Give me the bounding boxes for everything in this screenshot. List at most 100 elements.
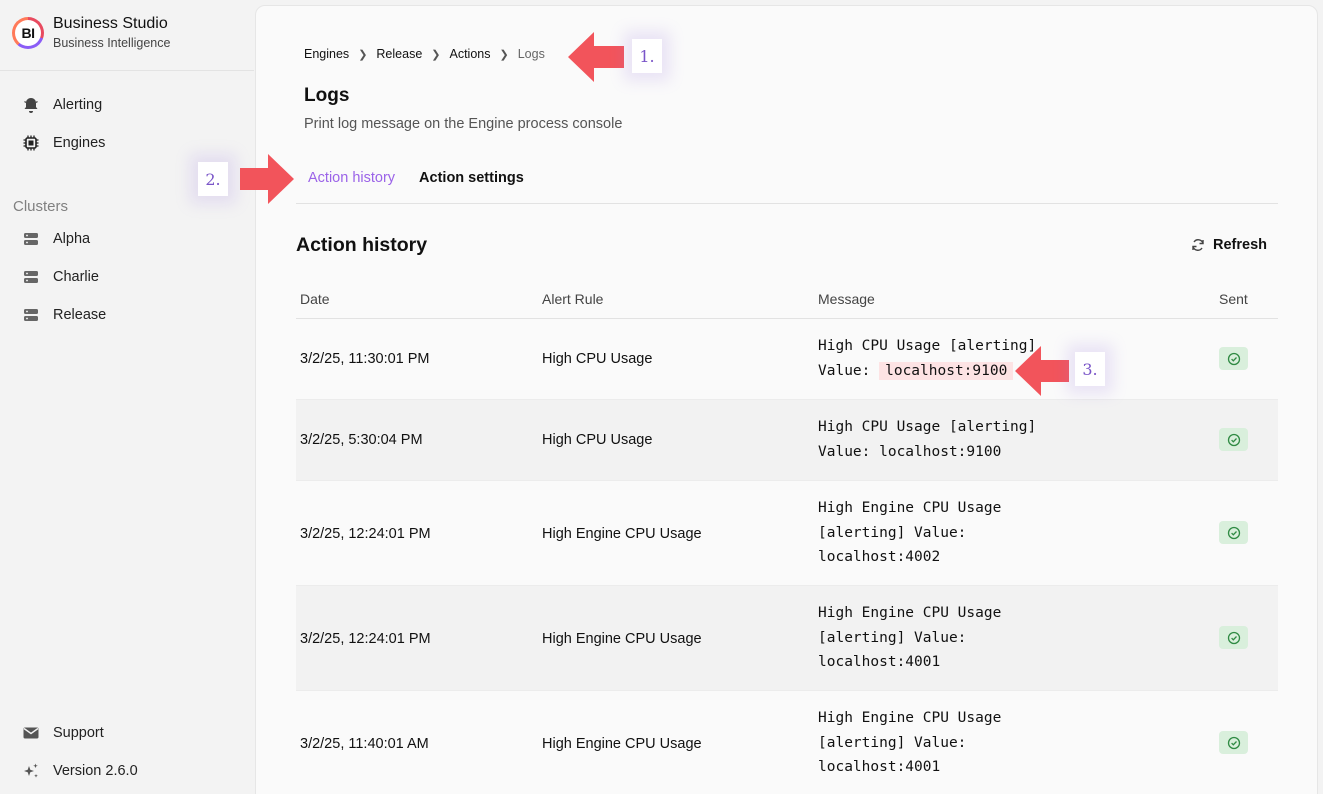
sidebar-item-label: Engines (53, 135, 106, 151)
message-line: localhost:4002 (818, 549, 941, 565)
chevron-right-icon: ❯ (499, 48, 509, 61)
row-alert-rule: High CPU Usage (542, 432, 653, 448)
message-value-prefix: Value: (818, 362, 880, 379)
sidebar-item-engines[interactable]: Engines (22, 134, 105, 152)
sidebar-item-label: Release (53, 307, 107, 323)
breadcrumb-engines[interactable]: Engines (304, 47, 349, 61)
mail-icon (22, 724, 40, 742)
table-row[interactable]: 3/2/25, 5:30:04 PM High CPU Usage High C… (296, 400, 1278, 481)
server-icon (22, 230, 40, 248)
brand-subtitle: Business Intelligence (53, 36, 171, 50)
column-date: Date (300, 291, 330, 307)
sidebar-item-label: Alpha (53, 231, 91, 247)
annotation-number: 2. (198, 162, 228, 196)
sidebar-item-release[interactable]: Release (22, 306, 106, 324)
breadcrumb-release[interactable]: Release (376, 47, 422, 61)
message-line: High CPU Usage [alerting] (818, 419, 1037, 435)
annotation-number: 1. (632, 39, 662, 73)
bell-icon (22, 96, 40, 114)
main-panel: Engines ❯ Release ❯ Actions ❯ Logs Logs … (255, 5, 1318, 794)
tab-divider (296, 203, 1278, 204)
row-date: 3/2/25, 11:30:01 PM (300, 351, 430, 367)
page-title: Logs (304, 85, 350, 106)
sent-badge (1219, 347, 1248, 370)
row-date: 3/2/25, 12:24:01 PM (300, 526, 431, 542)
row-message: High CPU Usage [alerting] Value: localho… (818, 415, 1048, 464)
check-circle-icon (1227, 526, 1240, 539)
message-line: [alerting] Value: (818, 629, 967, 646)
refresh-label: Refresh (1213, 237, 1267, 253)
table-row[interactable]: 3/2/25, 11:40:01 AM High Engine CPU Usag… (296, 691, 1278, 794)
sent-badge (1219, 626, 1248, 649)
sent-badge (1219, 428, 1248, 451)
sidebar-item-label: Support (53, 725, 104, 741)
message-line: Value: localhost:9100 (818, 443, 1002, 460)
column-message: Message (818, 291, 875, 307)
table-row[interactable]: 3/2/25, 11:30:01 PM High CPU Usage High … (296, 319, 1278, 400)
version-info: Version 2.6.0 (22, 762, 138, 780)
message-line: localhost:4001 (818, 654, 941, 670)
server-icon (22, 306, 40, 324)
check-circle-icon (1227, 433, 1240, 446)
annotation-arrow-left-icon (568, 32, 624, 82)
section-title: Action history (296, 234, 428, 256)
annotation-arrow-left-icon (1015, 346, 1069, 396)
table-row[interactable]: 3/2/25, 12:24:01 PM High Engine CPU Usag… (296, 481, 1278, 586)
column-sent: Sent (1219, 291, 1248, 307)
row-alert-rule: High Engine CPU Usage (542, 736, 702, 752)
message-line: High Engine CPU Usage (818, 500, 1002, 516)
message-line: [alerting] Value: (818, 524, 967, 541)
check-circle-icon (1227, 736, 1240, 749)
annotation-arrow-right-icon (240, 154, 294, 204)
message-line: localhost:4001 (818, 759, 941, 775)
table-header: Date Alert Rule Message Sent (296, 281, 1278, 319)
tab-action-history[interactable]: Action history (308, 170, 395, 186)
chip-icon (22, 134, 40, 152)
sidebar-item-alerting[interactable]: Alerting (22, 96, 102, 114)
sidebar-item-label: Alerting (53, 97, 103, 113)
check-circle-icon (1227, 631, 1240, 644)
breadcrumb-logs: Logs (517, 47, 545, 61)
version-label: Version 2.6.0 (53, 763, 138, 779)
row-message: High Engine CPU Usage [alerting] Value: … (818, 601, 1048, 675)
chevron-right-icon: ❯ (431, 48, 441, 61)
logo-icon: BI (12, 17, 44, 49)
check-circle-icon (1227, 352, 1240, 365)
sidebar-item-label: Charlie (53, 269, 99, 285)
row-date: 3/2/25, 11:40:01 AM (300, 736, 429, 752)
tabs: Action history Action settings (308, 170, 548, 186)
row-date: 3/2/25, 5:30:04 PM (300, 432, 423, 448)
sidebar-item-charlie[interactable]: Charlie (22, 268, 99, 286)
sidebar-item-support[interactable]: Support (22, 724, 104, 742)
row-message: High Engine CPU Usage [alerting] Value: … (818, 706, 1048, 780)
logo-text: BI (15, 20, 41, 46)
breadcrumb-actions[interactable]: Actions (450, 47, 491, 61)
action-history-table: Date Alert Rule Message Sent 3/2/25, 11:… (296, 281, 1278, 794)
chevron-right-icon: ❯ (358, 48, 368, 61)
sidebar: BI Business Studio Business Intelligence… (0, 0, 254, 794)
sent-badge (1219, 731, 1248, 754)
message-line: High Engine CPU Usage (818, 605, 1002, 621)
row-alert-rule: High Engine CPU Usage (542, 526, 702, 542)
brand[interactable]: BI Business Studio Business Intelligence (12, 14, 170, 52)
sidebar-divider (0, 70, 254, 71)
message-line: [alerting] Value: (818, 734, 967, 751)
row-alert-rule: High Engine CPU Usage (542, 631, 702, 647)
refresh-icon (1192, 239, 1204, 251)
sidebar-item-alpha[interactable]: Alpha (22, 230, 90, 248)
breadcrumb: Engines ❯ Release ❯ Actions ❯ Logs (304, 47, 545, 61)
sent-badge (1219, 521, 1248, 544)
row-message: High Engine CPU Usage [alerting] Value: … (818, 496, 1048, 570)
row-alert-rule: High CPU Usage (542, 351, 653, 367)
table-row[interactable]: 3/2/25, 12:24:01 PM High Engine CPU Usag… (296, 586, 1278, 691)
refresh-button[interactable]: Refresh (1191, 237, 1267, 253)
column-alert-rule: Alert Rule (542, 291, 604, 307)
page-subtitle: Print log message on the Engine process … (304, 116, 623, 132)
brand-name: Business Studio (53, 15, 168, 32)
highlighted-value: localhost:9100 (879, 361, 1014, 380)
row-date: 3/2/25, 12:24:01 PM (300, 631, 431, 647)
message-line: High Engine CPU Usage (818, 710, 1002, 726)
sparkle-icon (22, 762, 40, 780)
tab-action-settings[interactable]: Action settings (419, 170, 524, 186)
annotation-number: 3. (1075, 352, 1105, 386)
